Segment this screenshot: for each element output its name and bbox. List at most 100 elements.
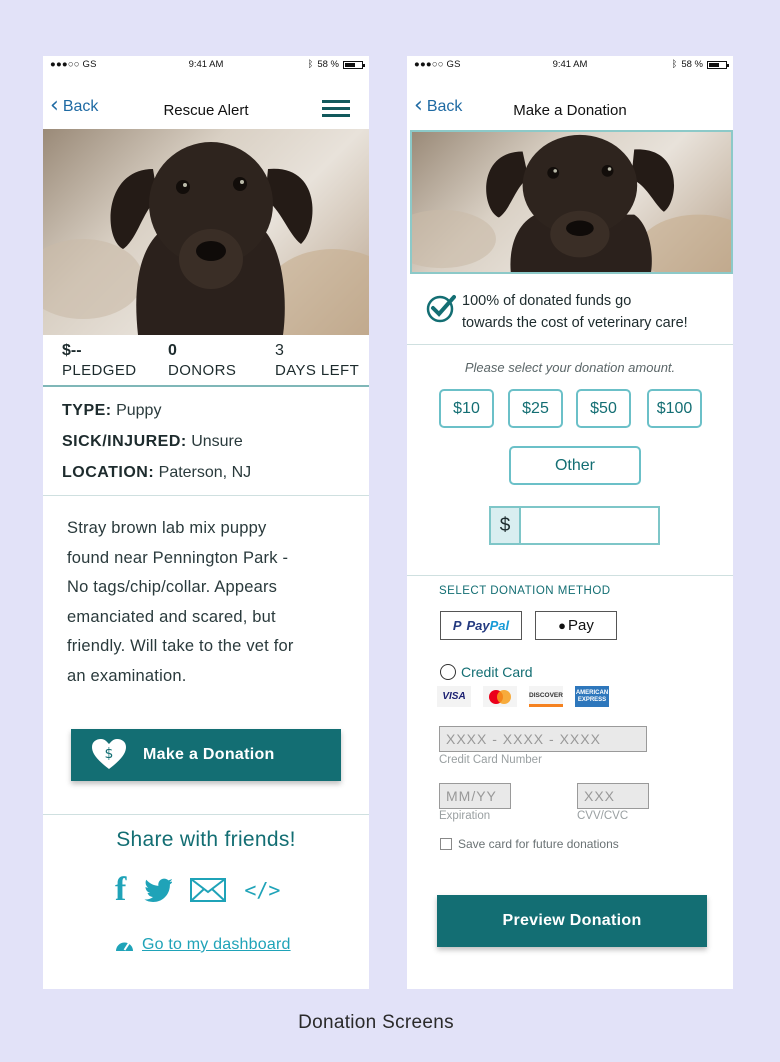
stat-value: 0 xyxy=(168,342,177,359)
rescue-description: Stray brown lab mix puppy found near Pen… xyxy=(67,514,317,691)
credit-card-label: Credit Card xyxy=(461,664,533,680)
accepted-cards: VISA DISCOVER AMERICAN EXPRESS xyxy=(437,686,609,707)
make-donation-screen: ●●●○○ GS 9:41 AM ᛒ 58 % ‹ Back Make a Do… xyxy=(407,56,733,989)
credit-card-option[interactable]: Credit Card xyxy=(440,664,533,680)
paypal-button[interactable]: P Pay Pal xyxy=(440,611,522,640)
description-line: Stray brown lab mix puppy xyxy=(67,519,267,537)
stat-pledged: $-- PLEDGED xyxy=(62,342,137,379)
stat-label: PLEDGED xyxy=(62,362,137,379)
visa-icon: VISA xyxy=(437,686,471,707)
mastercard-icon xyxy=(483,686,517,707)
guarantee-line: 100% of donated funds go xyxy=(462,293,632,309)
cvv-field[interactable]: XXX xyxy=(577,783,649,809)
save-card-option[interactable]: Save card for future donations xyxy=(440,837,619,851)
detail-type: TYPE: Puppy xyxy=(62,402,251,433)
donation-method-title: SELECT DONATION METHOD xyxy=(439,585,611,597)
battery-icon xyxy=(343,60,365,69)
share-icons: f </> xyxy=(115,871,280,909)
detail-value: Puppy xyxy=(116,402,162,419)
page-title: Make a Donation xyxy=(513,102,627,119)
puppy-photo xyxy=(410,130,733,274)
paypal-label-pal: Pal xyxy=(489,618,510,633)
funds-guarantee: 100% of donated funds go towards the cos… xyxy=(426,290,688,334)
status-bar: ●●●○○ GS 9:41 AM ᛒ 58 % xyxy=(43,56,369,74)
twitter-icon[interactable] xyxy=(144,878,173,902)
figure-caption: Donation Screens xyxy=(298,1012,454,1033)
dashboard-gauge-icon xyxy=(116,942,133,951)
stat-label: DAYS LEFT xyxy=(275,362,360,379)
detail-condition: SICK/INJURED: Unsure xyxy=(62,433,251,464)
preview-donation-button[interactable]: Preview Donation xyxy=(437,895,707,947)
amex-icon: AMERICAN EXPRESS xyxy=(575,686,609,707)
rescue-alert-screen: ●●●○○ GS 9:41 AM ᛒ 58 % ‹ Back Rescue Al… xyxy=(43,56,369,989)
guarantee-line: towards the cost of veterinary care! xyxy=(462,315,688,331)
detail-location: LOCATION: Paterson, NJ xyxy=(62,464,251,495)
description-line: No tags/chip/collar. Appears xyxy=(67,578,278,596)
battery-status: ᛒ 58 % xyxy=(671,59,729,70)
paypal-icon: P xyxy=(452,618,462,633)
save-card-label: Save card for future donations xyxy=(458,837,619,851)
detail-value: Unsure xyxy=(191,433,243,450)
divider xyxy=(407,344,733,345)
divider xyxy=(407,575,733,576)
animal-details: TYPE: Puppy SICK/INJURED: Unsure LOCATIO… xyxy=(62,402,251,495)
description-line: found near Pennington Park - xyxy=(67,548,289,567)
status-bar: ●●●○○ GS 9:41 AM ᛒ 58 % xyxy=(407,56,733,74)
nav-bar: ‹ Back Make a Donation xyxy=(407,94,733,126)
facebook-icon[interactable]: f xyxy=(115,871,126,909)
description-line: emanciated and scared, but xyxy=(67,607,276,626)
nav-bar: ‹ Back Rescue Alert xyxy=(43,94,369,126)
detail-key: SICK/INJURED: xyxy=(62,433,187,450)
share-title: Share with friends! xyxy=(116,828,296,851)
stat-donors: 0 DONORS xyxy=(168,342,236,379)
battery-percent: 58 % xyxy=(681,59,703,70)
amount-prompt: Please select your donation amount. xyxy=(464,360,676,375)
make-donation-label: Make a Donation xyxy=(143,746,275,763)
amount-field[interactable] xyxy=(521,508,658,543)
check-circle-icon xyxy=(426,295,456,323)
hamburger-menu-icon[interactable] xyxy=(322,100,350,118)
apple-icon: ● xyxy=(558,618,566,633)
email-icon[interactable] xyxy=(190,878,227,902)
amount-10-button[interactable]: $10 xyxy=(439,389,494,428)
cvv-label: CVV/CVC xyxy=(577,810,629,822)
custom-amount-input[interactable]: $ xyxy=(489,506,660,545)
campaign-stats: $-- PLEDGED 0 DONORS 3 DAYS LEFT xyxy=(62,342,369,386)
card-number-field[interactable]: XXXX - XXXX - XXXX xyxy=(439,726,647,752)
paypal-label-pay: Pay xyxy=(466,618,490,633)
save-card-checkbox[interactable] xyxy=(440,838,452,850)
amount-25-button[interactable]: $25 xyxy=(508,389,563,428)
expiration-label: Expiration xyxy=(439,810,491,822)
make-donation-button[interactable]: $ Make a Donation xyxy=(71,729,341,781)
bluetooth-icon: ᛒ xyxy=(307,59,314,70)
battery-status: ᛒ 58 % xyxy=(307,59,365,70)
detail-value: Paterson, NJ xyxy=(158,464,252,481)
divider xyxy=(43,385,369,387)
embed-code-icon[interactable]: </> xyxy=(244,878,280,902)
divider xyxy=(43,495,369,496)
expiration-field[interactable]: MM/YY xyxy=(439,783,511,809)
discover-icon: DISCOVER xyxy=(529,686,563,707)
stat-days-left: 3 DAYS LEFT xyxy=(275,342,359,379)
battery-percent: 58 % xyxy=(317,59,339,70)
stat-label: DONORS xyxy=(168,362,237,379)
apple-pay-button[interactable]: ● Pay xyxy=(535,611,617,640)
svg-text:$: $ xyxy=(105,746,114,762)
amount-50-button[interactable]: $50 xyxy=(576,389,631,428)
detail-key: TYPE: xyxy=(62,402,112,419)
description-line: an examination. xyxy=(67,666,187,685)
puppy-photo xyxy=(43,129,369,335)
credit-card-radio[interactable] xyxy=(440,664,456,680)
apple-pay-label: Pay xyxy=(568,617,594,634)
other-amount-button[interactable]: Other xyxy=(509,446,641,485)
stat-value: 3 xyxy=(275,342,284,359)
page-title: Rescue Alert xyxy=(163,102,249,119)
divider xyxy=(43,814,369,815)
puppy-image xyxy=(43,142,369,335)
dashboard-link[interactable]: Go to my dashboard xyxy=(115,936,291,954)
stat-value: $-- xyxy=(62,342,82,359)
amount-100-button[interactable]: $100 xyxy=(647,389,702,428)
guarantee-text: 100% of donated funds go towards the cos… xyxy=(462,290,688,334)
bluetooth-icon: ᛒ xyxy=(671,59,678,70)
card-number-label: Credit Card Number xyxy=(439,754,542,766)
